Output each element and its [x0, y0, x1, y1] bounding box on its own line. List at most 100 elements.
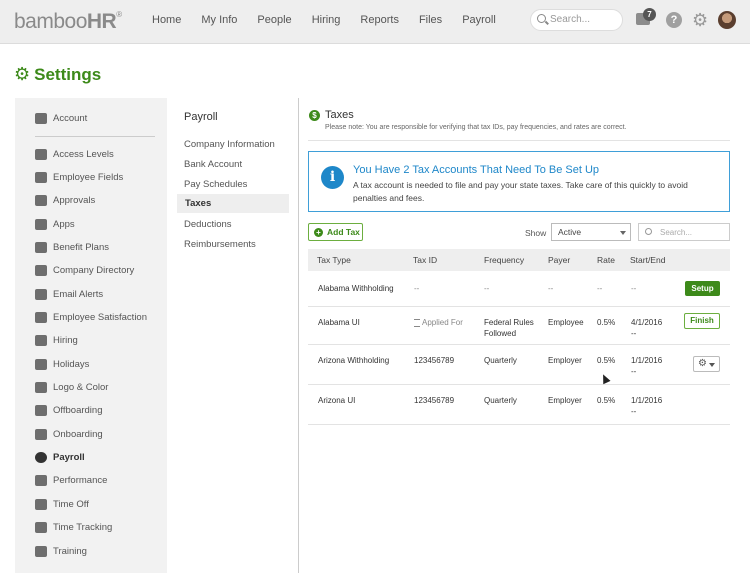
- menu-item-bank-account[interactable]: Bank Account: [184, 159, 242, 170]
- show-filter-value: Active: [558, 227, 582, 237]
- sidebar-item-label: Company Directory: [53, 265, 135, 276]
- cell-tax-type[interactable]: Alabama Withholding: [318, 283, 394, 294]
- sidebar-item-label: Payroll: [53, 452, 85, 463]
- add-tax-button[interactable]: + Add Tax: [308, 223, 363, 241]
- chevron-down-icon: [709, 363, 715, 367]
- row-actions-gear-button[interactable]: ⚙: [693, 356, 720, 372]
- sidebar-item-benefit-plans[interactable]: Benefit Plans: [35, 241, 109, 255]
- sidebar-item-logo-color[interactable]: Logo & Color: [35, 381, 108, 395]
- setup-button[interactable]: Setup: [685, 281, 720, 296]
- cell-tax-type[interactable]: Arizona UI: [318, 395, 355, 406]
- alert-body: A tax account is needed to file and pay …: [353, 180, 688, 203]
- col-tax-id[interactable]: Tax ID: [413, 255, 437, 265]
- col-tax-type[interactable]: Tax Type: [317, 255, 351, 265]
- cell-frequency: Federal Rules Followed: [484, 318, 534, 338]
- heart-icon: [35, 241, 47, 253]
- sidebar-item-account[interactable]: Account: [35, 112, 87, 126]
- sidebar-item-performance[interactable]: Performance: [35, 474, 107, 488]
- cell-rate: 0.5%: [597, 396, 616, 405]
- sidebar-item-access-levels[interactable]: Access Levels: [35, 148, 114, 162]
- header-divider: [308, 140, 730, 141]
- sidebar-item-apps[interactable]: Apps: [35, 218, 75, 232]
- mouse-cursor: [599, 372, 611, 385]
- cell-frequency: Quarterly: [484, 396, 517, 405]
- sidebar-item-hiring[interactable]: Hiring: [35, 334, 78, 348]
- cell-tax-type[interactable]: Alabama UI: [318, 317, 360, 328]
- tax-search-input[interactable]: Search...: [638, 223, 730, 241]
- global-search-input[interactable]: Search...: [530, 9, 623, 31]
- top-nav: bambooHR® Home My Info People Hiring Reports…: [0, 0, 750, 44]
- sidebar-item-label: Employee Satisfaction: [53, 312, 147, 323]
- nav-payroll[interactable]: Payroll: [462, 14, 496, 26]
- dollar-icon: [35, 451, 47, 463]
- chevron-down-icon: [620, 231, 626, 235]
- nav-hiring[interactable]: Hiring: [312, 14, 341, 26]
- sidebar-item-holidays[interactable]: Holidays: [35, 358, 89, 372]
- sidebar-item-company-directory[interactable]: Company Directory: [35, 264, 134, 278]
- taxes-note: Please note: You are responsible for ver…: [325, 124, 627, 131]
- menu-item-taxes[interactable]: Taxes: [177, 194, 289, 213]
- finish-button[interactable]: Finish: [684, 313, 720, 329]
- nav-my-info[interactable]: My Info: [201, 14, 237, 26]
- sidebar-divider: [35, 136, 155, 137]
- sidebar-item-employee-satisfaction[interactable]: Employee Satisfaction: [35, 311, 147, 325]
- col-payer[interactable]: Payer: [548, 255, 570, 265]
- nav-reports[interactable]: Reports: [360, 14, 399, 26]
- menu-item-company-information[interactable]: Company Information: [184, 139, 275, 150]
- sidebar-item-label: Employee Fields: [53, 172, 124, 183]
- sidebar-item-label: Email Alerts: [53, 289, 104, 300]
- menu-item-pay-schedules[interactable]: Pay Schedules: [184, 179, 247, 190]
- sidebar-item-training[interactable]: Training: [35, 545, 87, 559]
- sidebar-item-time-tracking[interactable]: Time Tracking: [35, 521, 112, 535]
- nav-people[interactable]: People: [257, 14, 291, 26]
- stopwatch-icon: [35, 521, 47, 533]
- nav-home[interactable]: Home: [152, 14, 181, 26]
- smile-icon: [35, 311, 47, 323]
- setup-alert: i You Have 2 Tax Accounts That Need To B…: [308, 151, 730, 212]
- cell-payer: Employer: [548, 396, 582, 405]
- sidebar-item-offboarding[interactable]: Offboarding: [35, 404, 102, 418]
- nav-files[interactable]: Files: [419, 14, 442, 26]
- plus-icon: +: [314, 228, 323, 237]
- sidebar-item-label: Hiring: [53, 335, 78, 346]
- sidebar-item-employee-fields[interactable]: Employee Fields: [35, 171, 123, 185]
- settings-gear-icon[interactable]: ⚙: [692, 11, 708, 29]
- sidebar-item-time-off[interactable]: Time Off: [35, 498, 89, 512]
- logo-reg: ®: [116, 10, 122, 19]
- show-filter-select[interactable]: Active: [551, 223, 631, 241]
- wrench-icon: [35, 112, 47, 124]
- col-frequency[interactable]: Frequency: [484, 255, 524, 265]
- search-icon: [645, 228, 652, 235]
- sidebar-item-onboarding[interactable]: Onboarding: [35, 428, 103, 442]
- bamboohr-logo[interactable]: bambooHR®: [14, 10, 122, 34]
- cell-start: 1/1/2016: [631, 396, 663, 405]
- menu-item-deductions[interactable]: Deductions: [184, 219, 232, 230]
- cell-frequency: --: [484, 284, 490, 293]
- gear-icon: ⚙: [698, 358, 707, 369]
- cell-frequency: Quarterly: [484, 356, 517, 365]
- help-icon[interactable]: ?: [666, 12, 682, 28]
- lock-icon: [35, 148, 47, 160]
- calendar-out-icon: [35, 404, 47, 416]
- sidebar-item-payroll[interactable]: Payroll: [35, 451, 85, 465]
- cell-tax-type[interactable]: Arizona Withholding: [318, 355, 389, 366]
- col-rate[interactable]: Rate: [597, 255, 615, 265]
- payroll-menu-title: Payroll: [184, 111, 218, 123]
- cell-start: 4/1/2016: [631, 318, 663, 327]
- inbox-count-badge: 7: [643, 8, 656, 21]
- show-label: Show: [525, 228, 547, 238]
- cell-end: --: [631, 367, 637, 376]
- user-avatar[interactable]: [718, 11, 736, 29]
- sidebar-item-label: Offboarding: [53, 405, 103, 416]
- col-start-end[interactable]: Start/End: [630, 255, 665, 265]
- page-title: ⚙ Settings: [14, 64, 101, 85]
- palette-icon: [35, 381, 47, 393]
- cell-payer: Employer: [548, 356, 582, 365]
- sidebar-item-email-alerts[interactable]: Email Alerts: [35, 288, 103, 302]
- sidebar-item-label: Access Levels: [53, 149, 114, 160]
- menu-item-reimbursements[interactable]: Reimbursements: [184, 239, 256, 250]
- directory-icon: [35, 264, 47, 276]
- search-icon: [537, 14, 546, 23]
- settings-icon: ⚙: [14, 64, 31, 84]
- sidebar-item-approvals[interactable]: Approvals: [35, 194, 95, 208]
